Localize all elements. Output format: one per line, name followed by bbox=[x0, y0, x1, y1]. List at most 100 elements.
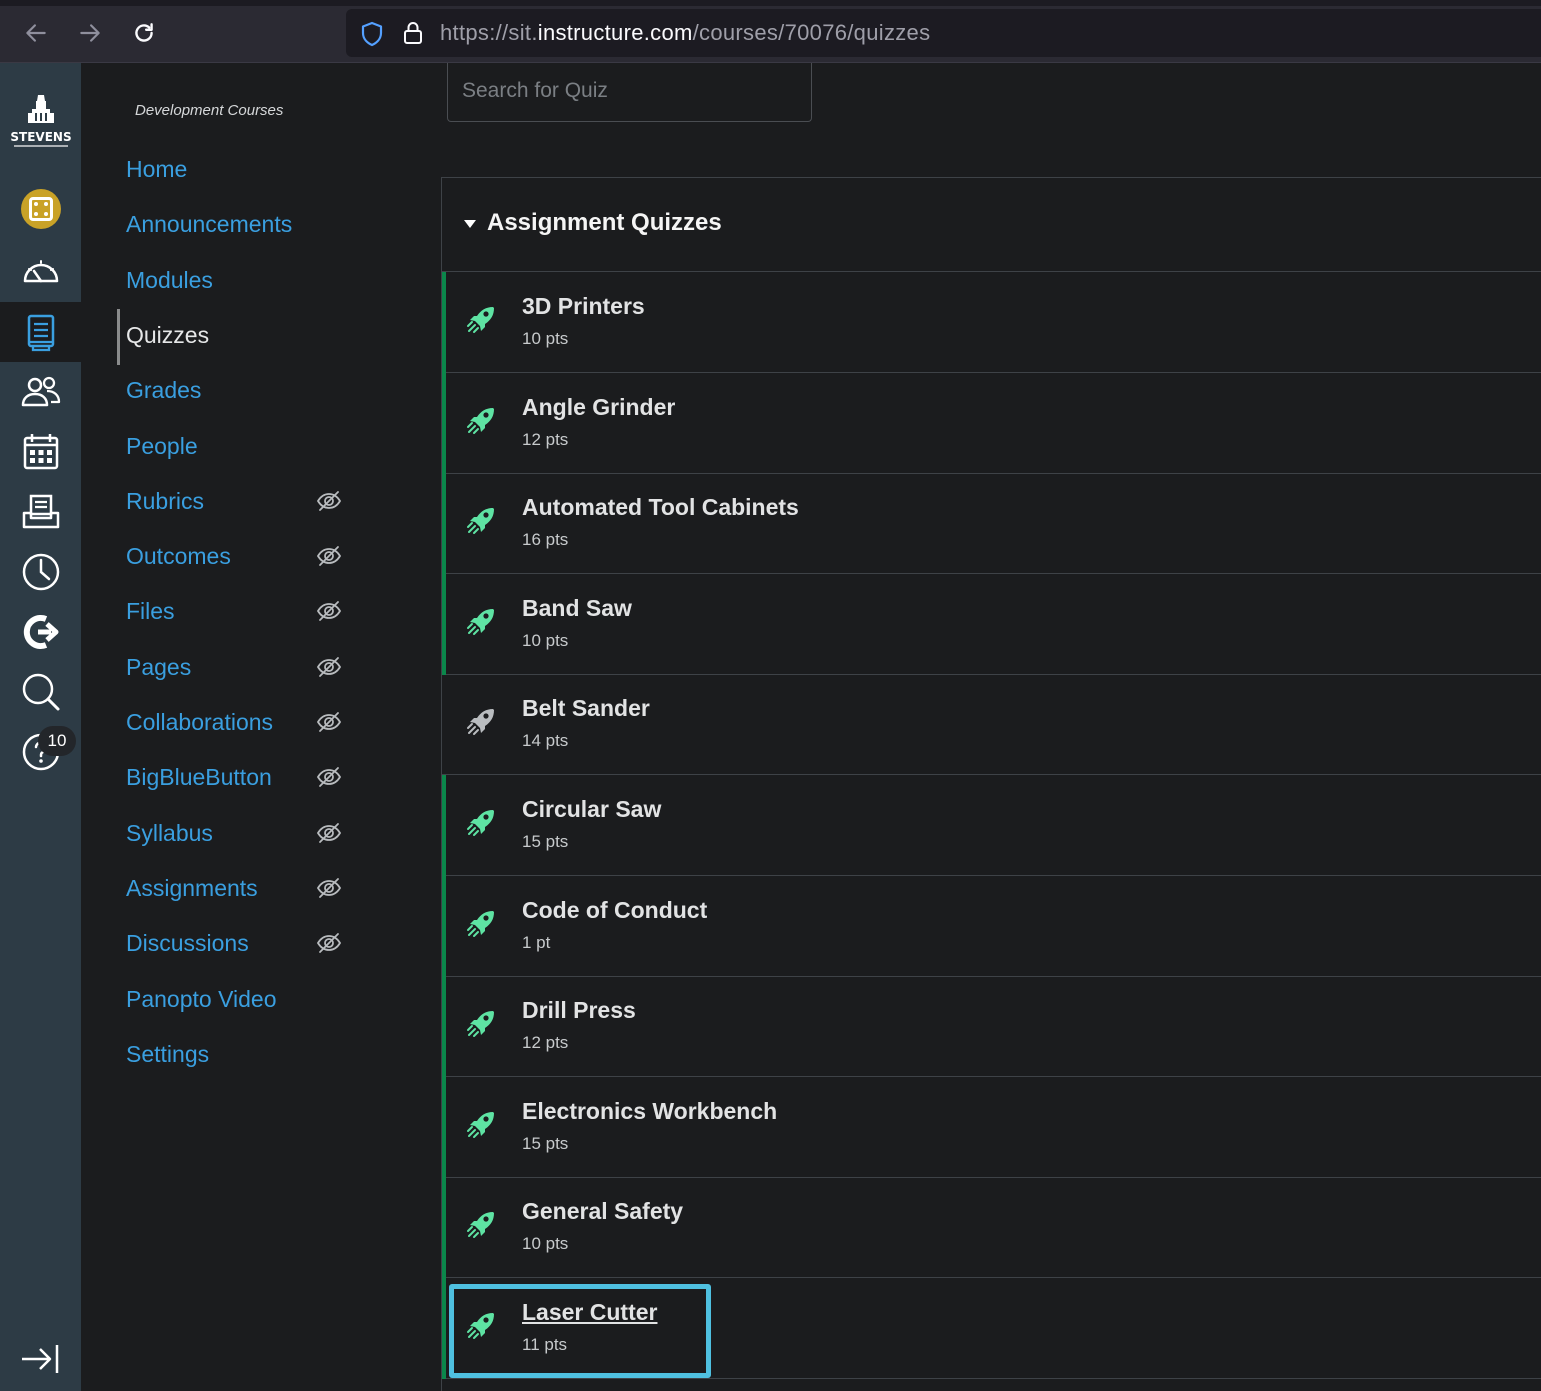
quiz-title-link[interactable]: General Safety bbox=[522, 1198, 683, 1225]
shield-icon[interactable] bbox=[360, 21, 384, 47]
search-quiz-input[interactable]: Search for Quiz bbox=[447, 63, 812, 122]
clock-icon bbox=[22, 553, 59, 591]
course-nav-label: Pages bbox=[126, 653, 192, 680]
arrow-right-icon bbox=[80, 24, 100, 42]
course-nav-label: Quizzes bbox=[126, 321, 210, 348]
course-nav-item-outcomes[interactable]: Outcomes bbox=[126, 536, 426, 576]
quiz-rocket-icon bbox=[467, 508, 494, 534]
help-badge: 10 bbox=[38, 726, 76, 756]
browser-toolbar: https://sit.instructure.com/courses/7007… bbox=[0, 0, 1541, 63]
course-nav-item-files[interactable]: Files bbox=[126, 591, 426, 631]
course-nav-label: Collaborations bbox=[126, 708, 274, 735]
published-indicator bbox=[442, 976, 446, 1077]
course-nav-item-assignments[interactable]: Assignments bbox=[126, 868, 426, 908]
quiz-title-link[interactable]: Angle Grinder bbox=[522, 394, 675, 421]
quiz-title-link[interactable]: Belt Sander bbox=[522, 695, 650, 722]
quiz-row[interactable]: 3D Printers 10 pts bbox=[442, 272, 1541, 373]
course-nav-item-collaborations[interactable]: Collaborations bbox=[126, 702, 426, 742]
groups-nav[interactable] bbox=[0, 362, 81, 422]
quiz-title-link[interactable]: Code of Conduct bbox=[522, 897, 707, 924]
course-nav-label: Settings bbox=[126, 1040, 210, 1067]
avatar bbox=[20, 189, 61, 229]
course-nav-item-people[interactable]: People bbox=[126, 426, 426, 466]
caret-down-icon bbox=[464, 220, 476, 228]
quiz-points: 15 pts bbox=[522, 1134, 569, 1153]
course-nav-item-announcements[interactable]: Announcements bbox=[126, 204, 426, 244]
quiz-points: 10 pts bbox=[522, 631, 569, 650]
quiz-points: 12 pts bbox=[522, 430, 569, 449]
group-title: Assignment Quizzes bbox=[487, 209, 722, 236]
eye-off-icon bbox=[316, 657, 342, 677]
commons-arrow-icon bbox=[23, 615, 58, 649]
address-bar[interactable]: https://sit.instructure.com/courses/7007… bbox=[346, 9, 1541, 57]
calendar-nav[interactable] bbox=[0, 422, 81, 482]
quiz-points: 12 pts bbox=[522, 1033, 569, 1052]
lock-icon[interactable] bbox=[402, 20, 424, 46]
course-nav-item-modules[interactable]: Modules bbox=[126, 260, 426, 300]
eye-off-icon bbox=[316, 933, 342, 953]
course-nav-item-home[interactable]: Home bbox=[126, 149, 426, 189]
published-indicator bbox=[442, 876, 446, 977]
published-indicator bbox=[442, 1177, 446, 1278]
published-indicator bbox=[442, 473, 446, 574]
quiz-row[interactable]: Code of Conduct 1 pt bbox=[442, 876, 1541, 977]
eye-off-icon bbox=[316, 546, 342, 566]
dashboard-nav[interactable] bbox=[0, 242, 81, 302]
course-nav-item-syllabus[interactable]: Syllabus bbox=[126, 813, 426, 853]
quiz-row[interactable]: Circular Saw 15 pts bbox=[442, 775, 1541, 876]
course-nav-item-settings[interactable]: Settings bbox=[126, 1034, 426, 1074]
course-nav-item-pages[interactable]: Pages bbox=[126, 647, 426, 687]
quiz-title-link[interactable]: Drill Press bbox=[522, 997, 636, 1024]
quiz-rocket-icon bbox=[467, 1112, 494, 1138]
quiz-row[interactable]: Laser Cutter 11 pts bbox=[442, 1278, 1541, 1379]
forward-button[interactable] bbox=[73, 16, 107, 50]
courses-nav[interactable] bbox=[0, 302, 81, 362]
course-nav-item-bigbluebutton[interactable]: BigBlueButton bbox=[126, 757, 426, 797]
focus-ring bbox=[449, 1284, 711, 1378]
history-nav[interactable] bbox=[0, 542, 81, 602]
course-nav-item-discussions[interactable]: Discussions bbox=[126, 923, 426, 963]
quiz-points: 10 pts bbox=[522, 1234, 569, 1253]
quiz-title-link[interactable]: Band Saw bbox=[522, 595, 632, 622]
published-indicator bbox=[442, 574, 446, 675]
course-nav-label: Outcomes bbox=[126, 542, 231, 569]
quiz-points: 15 pts bbox=[522, 832, 569, 851]
quiz-row[interactable]: Band Saw 10 pts bbox=[442, 574, 1541, 675]
published-indicator bbox=[442, 373, 446, 474]
account-nav[interactable] bbox=[0, 179, 81, 239]
eye-off-icon bbox=[316, 878, 342, 898]
quiz-title-link[interactable]: Automated Tool Cabinets bbox=[522, 494, 799, 521]
course-nav-item-panopto-video[interactable]: Panopto Video bbox=[126, 979, 426, 1019]
group-header[interactable]: Assignment Quizzes bbox=[442, 178, 1541, 272]
avatar-icon bbox=[28, 197, 53, 221]
quiz-title-link[interactable]: 3D Printers bbox=[522, 293, 645, 320]
quiz-row[interactable]: Electronics Workbench 15 pts bbox=[442, 1077, 1541, 1178]
quiz-row[interactable]: General Safety 10 pts bbox=[442, 1177, 1541, 1278]
inbox-icon bbox=[22, 494, 59, 529]
quiz-row[interactable]: Automated Tool Cabinets 16 pts bbox=[442, 473, 1541, 574]
course-nav-item-quizzes[interactable]: Quizzes bbox=[117, 309, 426, 365]
quiz-rocket-icon bbox=[467, 1011, 494, 1037]
course-nav-label: BigBlueButton bbox=[126, 763, 272, 790]
quiz-row[interactable]: Belt Sander 14 pts bbox=[442, 674, 1541, 775]
course-nav-item-grades[interactable]: Grades bbox=[126, 370, 426, 410]
back-button[interactable] bbox=[19, 16, 53, 50]
reload-icon bbox=[135, 23, 153, 42]
quiz-row[interactable]: Angle Grinder 12 pts bbox=[442, 373, 1541, 474]
quiz-points: 16 pts bbox=[522, 530, 569, 549]
reload-button[interactable] bbox=[127, 16, 161, 50]
course-nav-item-rubrics[interactable]: Rubrics bbox=[126, 481, 426, 521]
collapse-nav-button[interactable] bbox=[18, 1341, 62, 1377]
eye-off-icon bbox=[316, 767, 342, 787]
published-indicator bbox=[442, 775, 446, 876]
quiz-title-link[interactable]: Electronics Workbench bbox=[522, 1098, 777, 1125]
commons-nav[interactable] bbox=[0, 602, 81, 662]
quiz-rocket-icon bbox=[467, 1212, 494, 1238]
inbox-nav[interactable] bbox=[0, 482, 81, 542]
quiz-row[interactable]: Drill Press 12 pts bbox=[442, 976, 1541, 1077]
url-text[interactable]: https://sit.instructure.com/courses/7007… bbox=[440, 20, 930, 46]
search-nav[interactable] bbox=[0, 662, 81, 722]
quiz-title-link[interactable]: Circular Saw bbox=[522, 796, 661, 823]
stevens-logo[interactable]: STEVENS bbox=[8, 85, 74, 153]
published-indicator bbox=[442, 272, 446, 373]
